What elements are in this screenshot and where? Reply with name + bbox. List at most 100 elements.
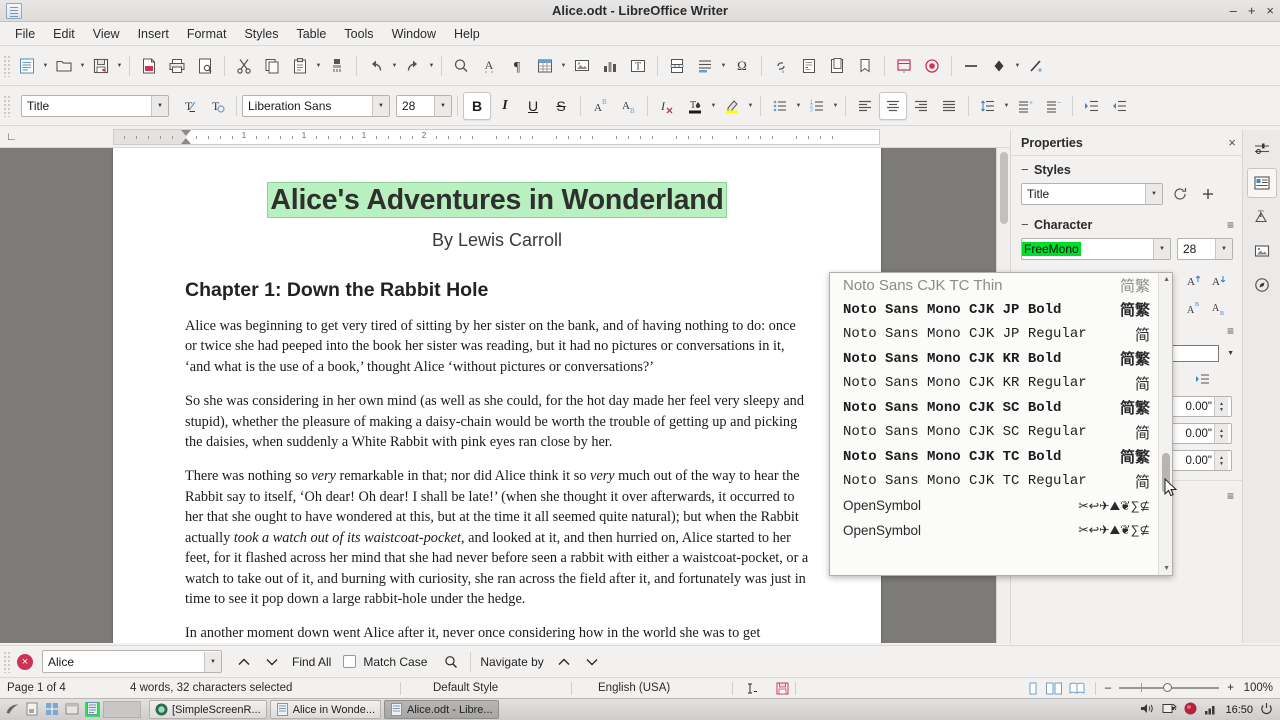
spinner-buttons[interactable]: ▲▼ [1214,397,1228,416]
power-icon[interactable] [1260,702,1273,718]
decrease-paragraph-spacing-icon[interactable]: − [1039,92,1067,120]
insert-table-dropdown[interactable] [559,52,568,80]
align-center-icon[interactable] [879,92,907,120]
basic-shapes-dropdown[interactable] [1013,52,1022,80]
document-title[interactable]: Alice's Adventures in Wonderland [185,184,809,217]
taskbar-window-screenrecorder[interactable]: [SimpleScreenR... [149,700,267,719]
libreoffice-icon[interactable] [85,702,100,717]
font-name-combo[interactable]: Liberation Sans [242,95,390,117]
sidebar-settings-icon[interactable] [1247,134,1277,164]
font-list-item[interactable]: OpenSymbol ✂↩✈⛰❦∑⊈ [830,518,1158,543]
first-line-indent-spinner[interactable]: 0.00" ▲▼ [1170,450,1232,471]
document-paragraph[interactable]: So she was considering in her own mind (… [185,391,809,452]
unordered-list-dropdown[interactable] [794,92,803,120]
character-expander-icon[interactable]: − [1021,217,1034,232]
zoom-in-button[interactable]: + [1227,682,1234,694]
word-count-status[interactable]: 4 words, 32 characters selected [130,682,400,694]
insert-image-icon[interactable] [568,52,596,80]
unordered-list-icon[interactable] [766,92,794,120]
menu-table[interactable]: Table [287,24,335,44]
redo-icon[interactable] [399,52,427,80]
export-pdf-icon[interactable] [135,52,163,80]
clone-formatting-icon[interactable] [323,52,351,80]
indent-before-text-spinner[interactable]: 0.00" ▲▼ [1170,396,1232,417]
undo-icon[interactable] [362,52,390,80]
new-style-icon[interactable]: T [203,92,231,120]
sidebar-style-combo[interactable]: Title [1021,183,1163,205]
line-spacing-dropdown[interactable] [1002,92,1011,120]
new-style-icon[interactable] [1197,183,1219,205]
taskbar-clock[interactable]: 16:50 [1225,704,1253,716]
superscript-icon[interactable]: A B [586,92,614,120]
maximize-button[interactable]: + [1248,4,1256,17]
font-list-item[interactable]: Noto Sans Mono CJK KR Bold 简繁 [830,347,1158,372]
insert-footnote-icon[interactable] [795,52,823,80]
insert-field-dropdown[interactable] [719,52,728,80]
insert-line-icon[interactable] [957,52,985,80]
network-icon[interactable] [45,702,60,717]
align-left-icon[interactable] [851,92,879,120]
horizontal-ruler[interactable]: 1 1 1 2 [113,129,880,145]
new-document-icon[interactable] [13,52,41,80]
insert-hyperlink-icon[interactable] [767,52,795,80]
paste-dropdown[interactable] [314,52,323,80]
print-icon[interactable] [163,52,191,80]
font-list[interactable]: Noto Sans CJK TC Thin 简繁 Noto Sans Mono … [830,273,1158,575]
open-icon[interactable] [50,52,78,80]
find-close-icon[interactable]: × [17,654,33,670]
toolbar-grip[interactable] [3,55,11,77]
paste-icon[interactable] [286,52,314,80]
menu-view[interactable]: View [84,24,129,44]
sidebar-style-dropdown-arrow[interactable] [1145,184,1162,204]
sidebar-font-name-combo[interactable]: FreeMono [1021,238,1171,260]
document-byline[interactable]: By Lewis Carroll [185,230,809,251]
justified-icon[interactable] [935,92,963,120]
subscript-icon[interactable]: A B [614,92,642,120]
zoom-out-button[interactable]: – [1105,682,1111,694]
character-more-options-icon[interactable]: ≡ [1227,218,1234,232]
font-name-dropdown-arrow[interactable] [372,96,389,116]
ordered-list-icon[interactable]: 123 [803,92,831,120]
find-input[interactable]: Alice [42,650,222,673]
insert-special-character-icon[interactable]: Ω [728,52,756,80]
paragraph-style-combo[interactable]: Title [21,95,169,117]
font-list-item[interactable]: OpenSymbol ✂↩✈⛰❦∑⊈ [830,494,1158,519]
font-name-dropdown-list[interactable]: Noto Sans CJK TC Thin 简繁 Noto Sans Mono … [829,272,1173,576]
print-preview-icon[interactable] [191,52,219,80]
tab-stop-icon[interactable]: ∟ [6,131,17,143]
close-button[interactable]: × [1266,4,1274,17]
taskbar-window-alice-in-wonderland[interactable]: Alice in Wonde... [270,700,381,719]
underline-button[interactable]: U [519,92,547,120]
character-section-header[interactable]: − Character ≡ [1011,211,1242,236]
page-style-status[interactable]: Default Style [401,682,571,694]
sidebar-close-icon[interactable]: × [1228,135,1236,150]
workspace-switcher[interactable] [103,701,141,718]
first-line-indent-marker[interactable] [181,130,191,136]
increase-indent-icon[interactable] [1078,92,1106,120]
menu-insert[interactable]: Insert [129,24,178,44]
font-size-combo[interactable]: 28 [396,95,452,117]
clear-formatting-icon[interactable]: I [653,92,681,120]
minimize-button[interactable]: – [1230,4,1237,17]
volume-icon[interactable] [1140,702,1155,718]
insert-bookmark-icon[interactable] [851,52,879,80]
styles-section-header[interactable]: − Styles [1011,156,1242,181]
italic-button[interactable]: I [491,92,519,120]
update-style-icon[interactable] [1169,183,1191,205]
find-previous-icon[interactable] [230,648,258,676]
page-more-options-icon[interactable]: ≡ [1227,489,1234,503]
sidebar-font-size-combo[interactable]: 28 [1177,238,1233,260]
styles-expander-icon[interactable]: − [1021,162,1034,177]
font-list-scrollbar[interactable]: ▲ ▼ [1158,273,1172,575]
find-next-icon[interactable] [258,648,286,676]
update-style-icon[interactable]: T [175,92,203,120]
save-dropdown[interactable] [115,52,124,80]
sidebar-tab-styles[interactable]: T [1247,202,1277,232]
open-dropdown[interactable] [78,52,87,80]
align-right-icon[interactable] [907,92,935,120]
page-count-status[interactable]: Page 1 of 4 [0,682,130,694]
insert-page-break-icon[interactable] [663,52,691,80]
find-and-replace-icon[interactable] [437,648,465,676]
scrollbar-thumb[interactable] [1000,152,1008,224]
taskbar-window-alice-odt[interactable]: Alice.odt - Libre... [384,700,499,719]
